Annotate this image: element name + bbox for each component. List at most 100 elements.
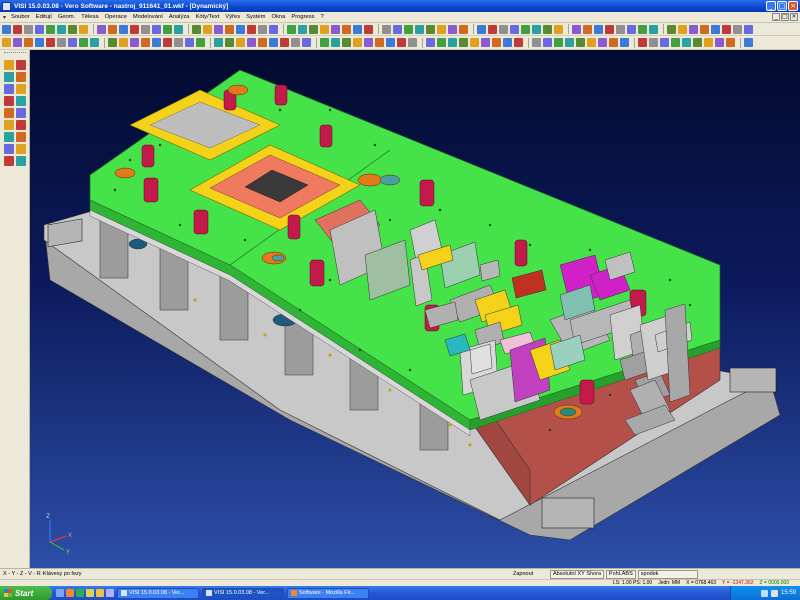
main-tool-icon[interactable] xyxy=(649,24,658,34)
view-tool-icon[interactable] xyxy=(185,38,194,47)
main-tool-icon[interactable] xyxy=(627,24,636,34)
main-tool-icon[interactable] xyxy=(594,24,603,34)
main-tool-icon[interactable] xyxy=(382,24,391,34)
main-tool-icon[interactable] xyxy=(79,24,88,34)
close-button[interactable]: × xyxy=(788,1,798,11)
main-tool-icon[interactable] xyxy=(214,24,223,34)
main-tool-icon[interactable] xyxy=(119,24,128,34)
view-tool-icon[interactable] xyxy=(726,38,735,47)
main-tool-icon[interactable] xyxy=(744,24,753,34)
view-tool-icon[interactable] xyxy=(386,38,395,47)
menu-koty-text[interactable]: Kóty/Text xyxy=(192,14,222,20)
view-tool-icon[interactable] xyxy=(141,38,150,47)
view-tool-icon[interactable] xyxy=(57,38,66,47)
view-tool-icon[interactable] xyxy=(196,38,205,47)
view-tool-icon[interactable] xyxy=(214,38,223,47)
minimize-button[interactable]: _ xyxy=(766,1,776,11)
menu-vyres[interactable]: Výřes xyxy=(222,14,243,20)
main-tool-icon[interactable] xyxy=(24,24,33,34)
view-tool-icon[interactable] xyxy=(587,38,596,47)
view-tool-icon[interactable] xyxy=(247,38,256,47)
main-tool-icon[interactable] xyxy=(331,24,340,34)
main-tool-icon[interactable] xyxy=(426,24,435,34)
main-tool-icon[interactable] xyxy=(97,24,106,34)
main-tool-icon[interactable] xyxy=(35,24,44,34)
main-tool-icon[interactable] xyxy=(678,24,687,34)
view-tool-icon[interactable] xyxy=(437,38,446,47)
volume-icon[interactable] xyxy=(770,589,778,597)
side-tool-icon[interactable] xyxy=(4,96,14,106)
main-tool-icon[interactable] xyxy=(572,24,581,34)
side-tool-icon[interactable] xyxy=(16,144,26,154)
view-tool-icon[interactable] xyxy=(532,38,541,47)
view-tool-icon[interactable] xyxy=(291,38,300,47)
view-tool-icon[interactable] xyxy=(130,38,139,47)
maximize-button[interactable]: □ xyxy=(777,1,787,11)
view-tool-icon[interactable] xyxy=(671,38,680,47)
view-tool-icon[interactable] xyxy=(280,38,289,47)
main-tool-icon[interactable] xyxy=(488,24,497,34)
main-tool-icon[interactable] xyxy=(258,24,267,34)
view-tool-icon[interactable] xyxy=(565,38,574,47)
clock[interactable]: 15:59 xyxy=(781,590,796,596)
view-tool-icon[interactable] xyxy=(320,38,329,47)
view-tool-icon[interactable] xyxy=(682,38,691,47)
view-tool-icon[interactable] xyxy=(174,38,183,47)
main-tool-icon[interactable] xyxy=(141,24,150,34)
view-tool-icon[interactable] xyxy=(79,38,88,47)
main-tool-icon[interactable] xyxy=(532,24,541,34)
main-tool-icon[interactable] xyxy=(269,24,278,34)
view-tool-icon[interactable] xyxy=(108,38,117,47)
view-tool-icon[interactable] xyxy=(342,38,351,47)
visi-app-icon[interactable] xyxy=(2,1,11,11)
main-tool-icon[interactable] xyxy=(667,24,676,34)
side-tool-icon[interactable] xyxy=(4,72,14,82)
menu-telesa[interactable]: Tělesa xyxy=(78,14,101,20)
main-tool-icon[interactable] xyxy=(543,24,552,34)
main-tool-icon[interactable] xyxy=(320,24,329,34)
main-tool-icon[interactable] xyxy=(57,24,66,34)
side-tool-icon[interactable] xyxy=(16,108,26,118)
3d-viewport[interactable]: Z X Y xyxy=(30,50,800,568)
main-tool-icon[interactable] xyxy=(605,24,614,34)
side-tool-icon[interactable] xyxy=(16,72,26,82)
view-tool-icon[interactable] xyxy=(68,38,77,47)
main-tool-icon[interactable] xyxy=(583,24,592,34)
view-tool-icon[interactable] xyxy=(609,38,618,47)
menu-geom[interactable]: Geom. xyxy=(55,14,78,20)
mdi-close-button[interactable]: × xyxy=(790,13,798,21)
view-tool-icon[interactable] xyxy=(90,38,99,47)
side-tool-icon[interactable] xyxy=(4,132,14,142)
start-button[interactable]: Start xyxy=(0,586,52,600)
app-icon[interactable] xyxy=(106,589,114,597)
view-tool-icon[interactable] xyxy=(35,38,44,47)
view-tool-icon[interactable] xyxy=(269,38,278,47)
view-tool-icon[interactable] xyxy=(2,38,11,47)
browser-icon[interactable] xyxy=(66,589,74,597)
main-tool-icon[interactable] xyxy=(722,24,731,34)
main-tool-icon[interactable] xyxy=(499,24,508,34)
main-tool-icon[interactable] xyxy=(287,24,296,34)
main-tool-icon[interactable] xyxy=(68,24,77,34)
view-tool-icon[interactable] xyxy=(620,38,629,47)
main-tool-icon[interactable] xyxy=(353,24,362,34)
main-tool-icon[interactable] xyxy=(152,24,161,34)
main-tool-icon[interactable] xyxy=(298,24,307,34)
view-tool-icon[interactable] xyxy=(353,38,362,47)
view-tool-icon[interactable] xyxy=(119,38,128,47)
status-layer[interactable]: spodek xyxy=(637,569,698,579)
view-tool-icon[interactable] xyxy=(152,38,161,47)
side-tool-icon[interactable] xyxy=(16,132,26,142)
menu-okna[interactable]: Okna xyxy=(268,14,288,20)
menu-help[interactable]: ? xyxy=(318,14,327,20)
menu-grip-icon[interactable]: ▾ xyxy=(1,13,8,22)
side-tool-icon[interactable] xyxy=(16,156,26,166)
main-tool-icon[interactable] xyxy=(342,24,351,34)
main-tool-icon[interactable] xyxy=(247,24,256,34)
view-tool-icon[interactable] xyxy=(163,38,172,47)
view-tool-icon[interactable] xyxy=(448,38,457,47)
side-tool-icon[interactable] xyxy=(16,120,26,130)
mdi-minimize-button[interactable]: _ xyxy=(772,13,780,21)
main-tool-icon[interactable] xyxy=(459,24,468,34)
main-tool-icon[interactable] xyxy=(510,24,519,34)
